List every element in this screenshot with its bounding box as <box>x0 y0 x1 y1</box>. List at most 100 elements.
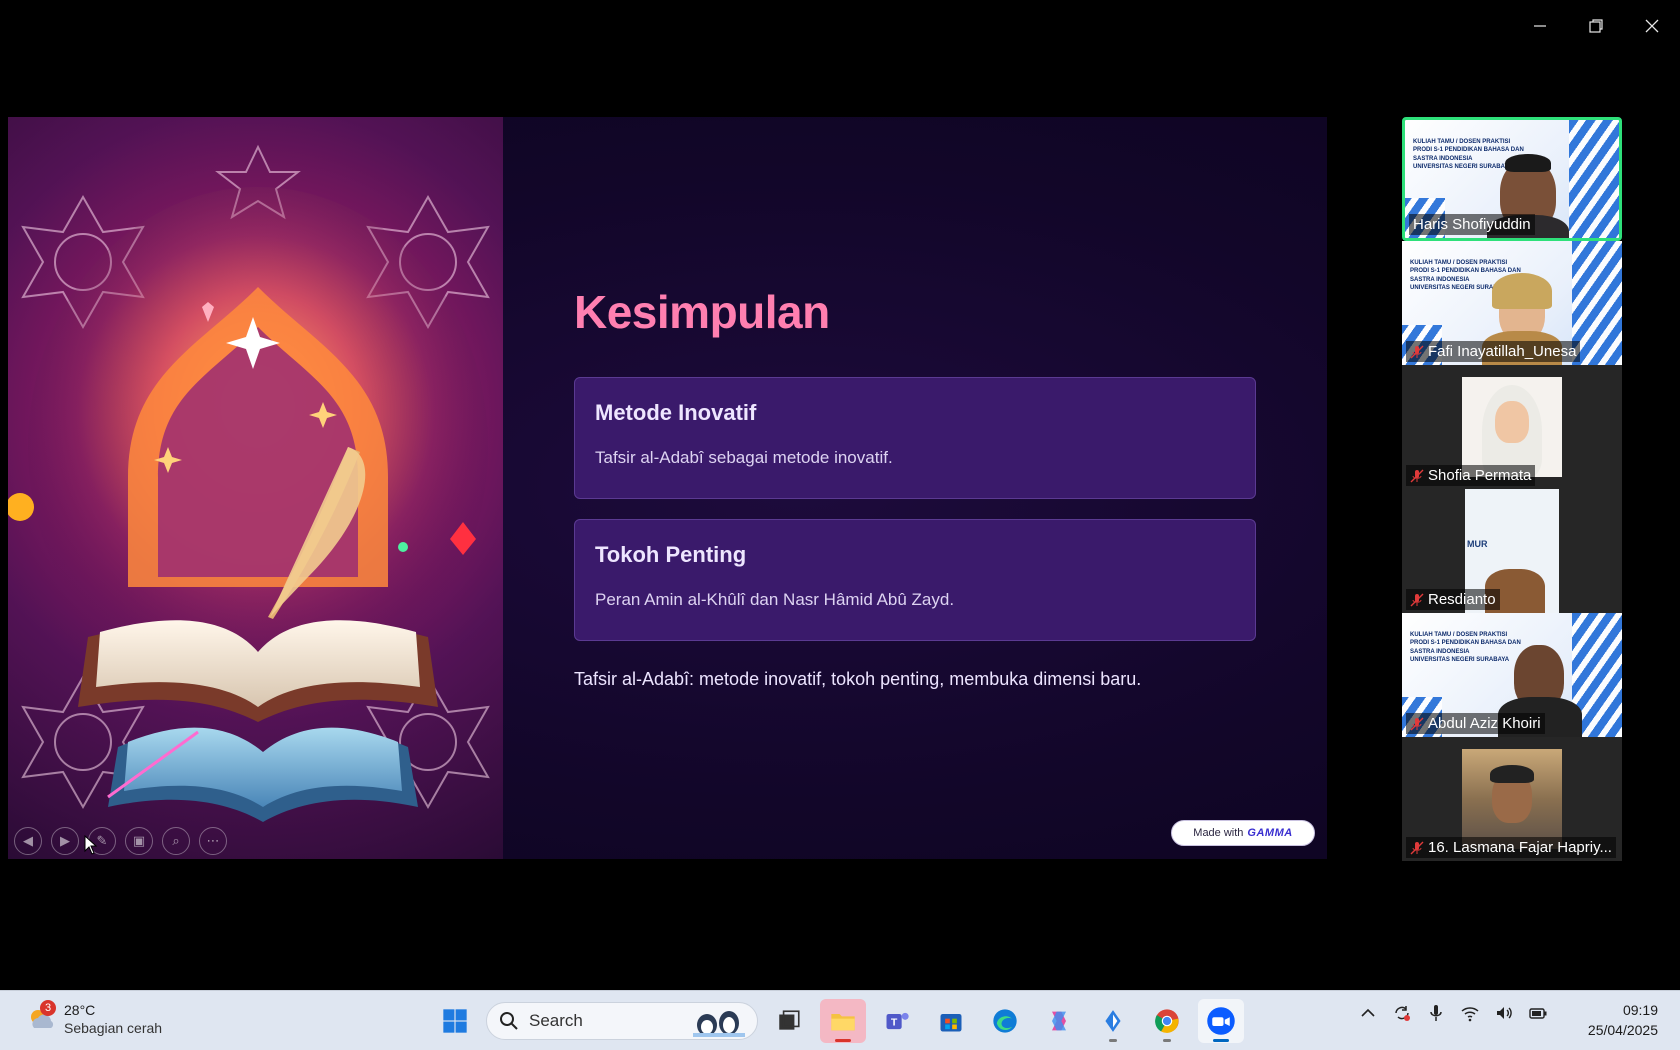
card-metode-inovatif: Metode Inovatif Tafsir al-Adabî sebagai … <box>574 377 1256 499</box>
copilot-button[interactable] <box>1036 999 1082 1043</box>
zoom-button[interactable]: ⌕ <box>162 827 190 855</box>
quran-book-illustration <box>8 144 490 822</box>
shared-slide: Kesimpulan Metode Inovatif Tafsir al-Ada… <box>8 117 1327 859</box>
close-button[interactable] <box>1624 0 1680 52</box>
more-icon: ⋯ <box>206 833 220 848</box>
participant-photo <box>1462 749 1562 849</box>
card-title: Tokoh Penting <box>595 542 747 567</box>
participant-name-label: 16. Lasmana Fajar Hapriy... <box>1406 837 1616 858</box>
magnifier-icon: ⌕ <box>172 833 180 848</box>
taskbar-search[interactable]: Search <box>486 1002 758 1040</box>
participant-name-label: Resdianto <box>1406 589 1500 610</box>
file-explorer-button[interactable] <box>820 999 866 1043</box>
mic-muted-icon <box>1410 841 1424 854</box>
minimize-button[interactable] <box>1512 0 1568 52</box>
card-body: Tafsir al-Adabî sebagai metode inovatif. <box>595 448 893 467</box>
folder-icon <box>831 1014 855 1031</box>
next-slide-button[interactable]: ▶ <box>51 827 79 855</box>
clock-time: 09:19 <box>1622 1002 1658 1018</box>
clock[interactable]: 09:19 25/04/2025 <box>1588 1001 1658 1040</box>
close-icon <box>1645 19 1659 33</box>
participant-cap <box>1505 154 1551 172</box>
more-button[interactable]: ⋯ <box>199 827 227 855</box>
card-body: Peran Amin al-Khûlî dan Nasr Hâmid Abû Z… <box>595 590 955 609</box>
participant-face <box>1495 401 1529 443</box>
search-placeholder: Search <box>529 1011 583 1030</box>
volume-icon[interactable] <box>1494 1003 1514 1023</box>
weather-widget[interactable]: 3 28°C Sebagian cerah <box>26 1000 162 1037</box>
battery-icon[interactable] <box>1528 1003 1548 1023</box>
zoom-button[interactable] <box>1198 999 1244 1043</box>
edge-button[interactable] <box>982 999 1028 1043</box>
restore-button[interactable] <box>1568 0 1624 52</box>
running-indicator <box>835 1039 851 1042</box>
copilot-icon <box>1052 1011 1066 1031</box>
slide-summary: Tafsir al-Adabî: metode inovatif, tokoh … <box>574 669 1142 689</box>
task-view-button[interactable] <box>766 999 812 1043</box>
restore-icon <box>1589 19 1603 33</box>
participant-hair <box>1490 765 1534 783</box>
minimize-icon <box>1534 25 1546 27</box>
participant-hijab <box>1492 273 1552 309</box>
participant-tile[interactable]: 16. Lasmana Fajar Hapriy... <box>1402 737 1622 861</box>
system-tray <box>1358 1003 1548 1023</box>
arrow-right-icon: ▶ <box>60 833 70 848</box>
running-indicator <box>1213 1039 1229 1042</box>
blue-diamond-icon <box>1105 1010 1121 1032</box>
wifi-icon[interactable] <box>1460 1003 1480 1023</box>
participant-tile[interactable]: Shofia Permata <box>1402 365 1622 489</box>
running-indicator <box>1109 1039 1117 1042</box>
weather-text: 28°C Sebagian cerah <box>64 1001 162 1037</box>
teams-button[interactable]: T <box>874 999 920 1043</box>
store-button[interactable] <box>928 999 974 1043</box>
poster-text: MUR <box>1467 539 1488 549</box>
slides-icon: ▣ <box>132 833 146 848</box>
participant-tile[interactable]: MUR Resdianto <box>1402 489 1622 613</box>
gamma-logo: GAMMA <box>1247 827 1293 839</box>
mic-muted-icon <box>1410 717 1424 730</box>
window-controls <box>1512 0 1680 52</box>
participant-tile[interactable]: KULIAH TAMU / DOSEN PRAKTISI PRODI S-1 P… <box>1402 241 1622 365</box>
slide-content: Kesimpulan Metode Inovatif Tafsir al-Ada… <box>574 285 1264 690</box>
taskbar: 3 28°C Sebagian cerah Search T 09:19 25/… <box>0 990 1680 1050</box>
temperature: 28°C <box>64 1002 96 1018</box>
participant-name-label: Abdul Aziz Khoiri <box>1406 713 1545 734</box>
sync-icon[interactable] <box>1392 1003 1412 1023</box>
chrome-button[interactable] <box>1144 999 1190 1043</box>
search-icon <box>500 1012 518 1030</box>
slide-illustration <box>8 117 503 859</box>
background-stripe <box>1569 120 1619 238</box>
slide-toolbar: ◀ ▶ ✎ ▣ ⌕ ⋯ <box>14 827 227 855</box>
edge-icon <box>993 1009 1017 1033</box>
mic-muted-icon <box>1410 593 1424 606</box>
participant-tile[interactable]: KULIAH TAMU / DOSEN PRAKTISI PRODI S-1 P… <box>1402 613 1622 737</box>
slides-grid-button[interactable]: ▣ <box>125 827 153 855</box>
card-tokoh-penting: Tokoh Penting Peran Amin al-Khûlî dan Na… <box>574 519 1256 641</box>
participant-name-label: Fafi Inayatillah_Unesa <box>1406 341 1581 362</box>
weather-condition: Sebagian cerah <box>64 1020 163 1037</box>
pen-icon: ✎ <box>96 833 108 848</box>
card-title: Metode Inovatif <box>595 400 757 425</box>
participant-photo <box>1462 377 1562 477</box>
task-view-icon <box>779 1010 800 1030</box>
mouse-cursor-icon <box>84 835 98 855</box>
badge-prefix: Made with <box>1193 827 1244 839</box>
microphone-icon[interactable] <box>1426 1003 1446 1023</box>
weather-icon: 3 <box>26 1000 56 1034</box>
prev-slide-button[interactable]: ◀ <box>14 827 42 855</box>
pinned-app-button[interactable] <box>1090 999 1136 1043</box>
slide-title: Kesimpulan <box>574 286 830 338</box>
chrome-icon <box>1155 1009 1179 1033</box>
start-button[interactable] <box>432 999 478 1043</box>
search-highlight-icon <box>693 1011 745 1037</box>
running-indicator <box>1163 1039 1171 1042</box>
zoom-icon <box>1207 1007 1235 1035</box>
store-icon <box>940 1014 962 1032</box>
participant-tile[interactable]: KULIAH TAMU / DOSEN PRAKTISI PRODI S-1 P… <box>1402 117 1622 241</box>
clock-date: 25/04/2025 <box>1587 1021 1658 1038</box>
made-with-gamma-badge[interactable]: Made with GAMMA <box>1171 820 1315 846</box>
teams-icon: T <box>886 1012 909 1030</box>
svg-text:T: T <box>891 1017 898 1029</box>
chevron-up-icon[interactable] <box>1358 1003 1378 1023</box>
participants-panel: KULIAH TAMU / DOSEN PRAKTISI PRODI S-1 P… <box>1402 117 1622 861</box>
